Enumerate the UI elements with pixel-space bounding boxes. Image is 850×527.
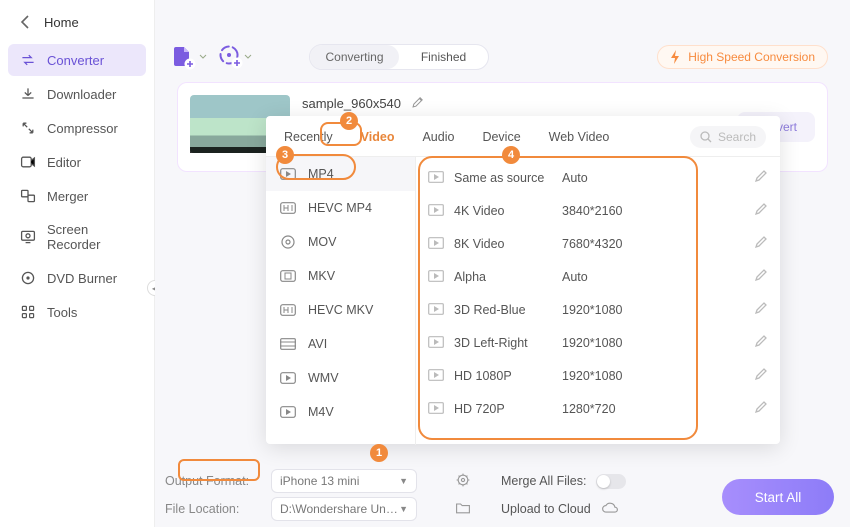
file-plus-icon	[172, 45, 198, 69]
sidebar-item-merger[interactable]: Merger	[8, 180, 146, 212]
format-m4v[interactable]: M4V	[266, 395, 415, 429]
output-format-select[interactable]: iPhone 13 mini ▼	[271, 469, 417, 493]
chevron-down-icon: ▼	[399, 504, 408, 514]
disc-plus-icon	[219, 45, 243, 69]
format-list: MP4 HEVC MP4 MOV MKV HEVC MKV AVI WMV M4…	[266, 157, 416, 445]
edit-icon[interactable]	[754, 169, 768, 186]
callout-ring-1	[178, 459, 260, 481]
cloud-icon[interactable]	[601, 501, 619, 518]
format-search[interactable]: Search	[690, 126, 766, 148]
sidebar-item-screen-recorder[interactable]: Screen Recorder	[8, 214, 146, 260]
disc-icon	[20, 270, 36, 286]
search-icon	[700, 131, 712, 143]
sidebar-item-downloader[interactable]: Downloader	[8, 78, 146, 110]
editor-icon	[20, 154, 36, 170]
add-dvd-button[interactable]	[223, 45, 247, 69]
sidebar-item-converter[interactable]: Converter	[8, 44, 146, 76]
status-tabs: Converting Finished	[309, 44, 489, 70]
format-hevc-mkv[interactable]: HEVC MKV	[266, 293, 415, 327]
toolbar: Converting Finished High Speed Conversio…	[155, 0, 850, 82]
sidebar-item-editor[interactable]: Editor	[8, 146, 146, 178]
rename-icon[interactable]	[411, 95, 425, 112]
merge-all-toggle[interactable]	[596, 474, 626, 489]
callout-3: 3	[276, 146, 294, 164]
callout-1: 1	[370, 444, 388, 462]
format-hevc-mp4[interactable]: HEVC MP4	[266, 191, 415, 225]
tab-finished[interactable]: Finished	[399, 45, 488, 69]
tab-device[interactable]: Device	[478, 128, 524, 146]
merge-all-label: Merge All Files:	[501, 474, 586, 488]
format-mkv[interactable]: MKV	[266, 259, 415, 293]
compress-icon	[20, 120, 36, 136]
file-name: sample_960x540	[302, 96, 401, 111]
sidebar-item-compressor[interactable]: Compressor	[8, 112, 146, 144]
merger-icon	[20, 188, 36, 204]
sidebar-item-dvd-burner[interactable]: DVD Burner	[8, 262, 146, 294]
high-speed-badge[interactable]: High Speed Conversion	[657, 45, 828, 69]
chevron-down-icon	[200, 55, 206, 59]
tab-converting[interactable]: Converting	[310, 45, 399, 69]
tab-audio[interactable]: Audio	[418, 128, 458, 146]
callout-4: 4	[502, 146, 520, 164]
format-wmv[interactable]: WMV	[266, 361, 415, 395]
lightning-icon	[670, 50, 682, 64]
chevron-down-icon	[245, 55, 251, 59]
screen-recorder-icon	[20, 229, 36, 245]
sidebar-item-tools[interactable]: Tools	[8, 296, 146, 328]
folder-icon[interactable]	[455, 501, 471, 518]
grid-icon	[20, 304, 36, 320]
file-location-select[interactable]: D:\Wondershare UniConverter 1 ▼	[271, 497, 417, 521]
start-all-button[interactable]: Start All	[722, 479, 834, 515]
breadcrumb-home: Home	[44, 15, 79, 30]
callout-ring-4	[418, 156, 698, 440]
chevron-down-icon: ▼	[399, 476, 408, 486]
format-mov[interactable]: MOV	[266, 225, 415, 259]
tab-video[interactable]: Video	[357, 128, 399, 146]
converter-icon	[20, 52, 36, 68]
gear-icon[interactable]	[455, 472, 471, 491]
callout-2: 2	[340, 112, 358, 130]
tab-web-video[interactable]: Web Video	[545, 128, 614, 146]
sidebar: Home Converter Downloader Compressor Edi…	[0, 0, 155, 527]
download-icon	[20, 86, 36, 102]
file-location-label: File Location:	[165, 502, 261, 516]
add-file-button[interactable]	[177, 45, 201, 69]
chevron-left-icon	[20, 14, 30, 30]
format-avi[interactable]: AVI	[266, 327, 415, 361]
breadcrumb[interactable]: Home	[0, 0, 154, 38]
upload-cloud-label: Upload to Cloud	[501, 502, 591, 516]
